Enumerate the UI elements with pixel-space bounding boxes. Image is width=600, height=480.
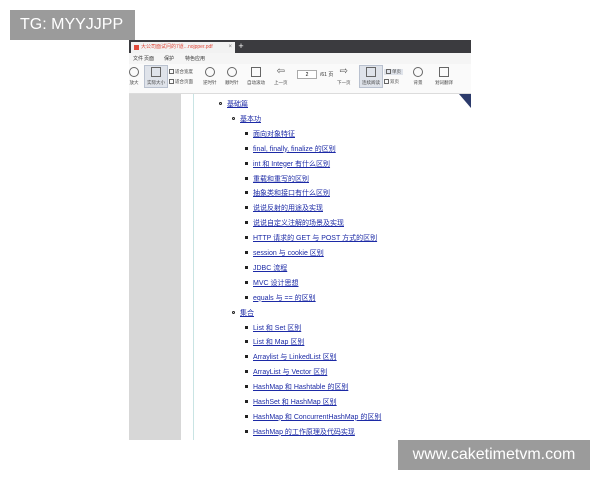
continuous-read-button[interactable]: 连续阅读 bbox=[359, 65, 383, 88]
menu-features[interactable]: 特色应用 bbox=[185, 55, 205, 62]
toc-link-item[interactable]: HashMap 的工作原理及代码实现 bbox=[253, 427, 355, 437]
tab-bar: 大公司面试问的7道...nojpper.pdf × + bbox=[129, 40, 471, 53]
fit-page-icon bbox=[169, 79, 174, 85]
pdf-page: 基础篇基本功面向对象特征 final, finally, finalize 的区别… bbox=[181, 94, 471, 440]
list-bullet bbox=[245, 295, 248, 299]
tab-close-icon[interactable]: × bbox=[228, 42, 232, 53]
list-bullet bbox=[232, 116, 235, 120]
prev-page-button[interactable]: ⇦ 上一页 bbox=[274, 67, 288, 86]
toc-link-item[interactable]: session 与 cookie 区别 bbox=[253, 248, 324, 258]
single-page-icon bbox=[386, 69, 391, 75]
arrow-left-icon: ⇦ bbox=[276, 66, 285, 77]
continuous-read-icon bbox=[366, 67, 376, 77]
toc-link-item[interactable]: 抽象类和接口有什么区别 bbox=[253, 188, 330, 198]
double-page-icon bbox=[384, 79, 389, 85]
menu-protect[interactable]: 保护 bbox=[164, 55, 174, 62]
rotate-ccw-icon bbox=[204, 67, 215, 77]
rotate-ccw-button[interactable]: 逆时针 bbox=[203, 67, 217, 86]
list-bullet bbox=[245, 265, 248, 269]
list-bullet bbox=[245, 131, 248, 135]
list-bullet bbox=[245, 206, 248, 210]
zoom-in-icon bbox=[129, 67, 139, 77]
arrow-right-icon: ⇨ bbox=[339, 66, 348, 77]
page-total: /61 页 bbox=[320, 72, 334, 78]
page-number-input[interactable]: 2 bbox=[297, 70, 317, 79]
list-bullet bbox=[245, 236, 248, 240]
list-bullet bbox=[245, 221, 248, 225]
pdf-file-icon bbox=[134, 45, 139, 50]
background-icon bbox=[413, 67, 423, 77]
auto-scroll-icon bbox=[251, 67, 261, 77]
list-bullet bbox=[245, 429, 248, 433]
toc-link-item[interactable]: HashSet 和 HashMap 区别 bbox=[253, 397, 337, 407]
toc-link-section[interactable]: 基本功 bbox=[240, 114, 261, 124]
list-bullet bbox=[232, 310, 235, 314]
list-bullet bbox=[245, 370, 248, 374]
toc-link-item[interactable]: List 和 Set 区别 bbox=[253, 323, 301, 333]
translate-icon bbox=[439, 67, 449, 77]
toc-link-item[interactable]: MVC 设计思想 bbox=[253, 278, 299, 288]
toc-link-item[interactable]: HashMap 和 ConcurrentHashMap 的区别 bbox=[253, 412, 381, 422]
actual-size-icon bbox=[151, 67, 161, 77]
toc-link-item[interactable]: 面向对象特征 bbox=[253, 129, 295, 139]
list-bullet bbox=[245, 340, 248, 344]
page-margin-line bbox=[193, 94, 194, 440]
watermark-top-left: TG: MYYJJPP bbox=[10, 10, 135, 40]
actual-size-button[interactable]: 实际大小 bbox=[144, 65, 168, 88]
toc-link-item[interactable]: JDBC 流程 bbox=[253, 263, 287, 273]
watermark-bottom-right: www.caketimetvm.com bbox=[398, 440, 590, 470]
toc-link-item[interactable]: 重载和重写的区别 bbox=[253, 174, 309, 184]
list-bullet bbox=[245, 355, 248, 359]
list-bullet bbox=[245, 146, 248, 150]
toc-link-item[interactable]: List 和 Map 区别 bbox=[253, 337, 304, 347]
list-bullet bbox=[245, 251, 248, 254]
toc-link-item[interactable]: 说说反射的用途及实现 bbox=[253, 203, 323, 213]
new-tab-button[interactable]: + bbox=[235, 40, 247, 53]
menu-bar: 文件 页面 保护 特色应用 bbox=[129, 53, 471, 64]
list-bullet bbox=[245, 176, 248, 180]
background-button[interactable]: 背景 bbox=[413, 67, 423, 86]
tab-title: 大公司面试问的7道...nojpper.pdf bbox=[141, 44, 213, 50]
toc-link-item[interactable]: 说说自定义注解的场景及实现 bbox=[253, 218, 344, 228]
toc-link-level1[interactable]: 基础篇 bbox=[227, 99, 248, 109]
corner-badge bbox=[459, 94, 471, 108]
zoom-in-button[interactable]: 放大 bbox=[129, 67, 139, 86]
list-bullet bbox=[245, 385, 248, 389]
fit-width-button[interactable]: 适合宽度 bbox=[169, 69, 193, 75]
single-page-button[interactable]: 单页 bbox=[384, 69, 403, 75]
auto-scroll-button[interactable]: 自动滚动 bbox=[247, 67, 265, 86]
fit-page-button[interactable]: 适合页面 bbox=[169, 79, 193, 85]
list-bullet bbox=[245, 191, 248, 195]
next-page-button[interactable]: ⇨ 下一页 bbox=[337, 67, 351, 86]
translate-button[interactable]: 划词翻译 bbox=[435, 67, 453, 86]
list-bullet bbox=[245, 161, 248, 165]
list-bullet bbox=[245, 414, 248, 418]
document-viewer[interactable]: 基础篇基本功面向对象特征 final, finally, finalize 的区别… bbox=[129, 94, 471, 440]
toc-link-section[interactable]: 集合 bbox=[240, 308, 254, 318]
list-bullet bbox=[245, 400, 248, 403]
double-page-button[interactable]: 双页 bbox=[384, 79, 399, 85]
rotate-cw-button[interactable]: 顺时针 bbox=[225, 67, 239, 86]
menu-file[interactable]: 文件 bbox=[133, 55, 143, 62]
toolbar: 放大 实际大小 适合宽度 适合页面 逆时针 顺时针 自动滚动 ⇦ 上一页 2 /… bbox=[129, 64, 471, 94]
toc-link-item[interactable]: int 和 Integer 有什么区别 bbox=[253, 159, 330, 169]
list-bullet bbox=[219, 102, 222, 105]
rotate-cw-icon bbox=[226, 67, 237, 77]
list-bullet bbox=[245, 325, 248, 329]
document-tab[interactable]: 大公司面试问的7道...nojpper.pdf × bbox=[131, 42, 235, 53]
toc-link-item[interactable]: HashMap 和 Hashtable 的区别 bbox=[253, 382, 348, 392]
toc-link-item[interactable]: Arraylist 与 LinkedList 区别 bbox=[253, 352, 337, 362]
fit-width-icon bbox=[169, 69, 174, 75]
toc-link-item[interactable]: ArrayList 与 Vector 区别 bbox=[253, 367, 327, 377]
toc-link-item[interactable]: HTTP 请求的 GET 与 POST 方式的区别 bbox=[253, 233, 377, 243]
toc-link-item[interactable]: equals 与 == 的区别 bbox=[253, 293, 316, 303]
list-bullet bbox=[245, 280, 248, 284]
menu-page[interactable]: 页面 bbox=[144, 55, 154, 62]
toc-link-item[interactable]: final, finally, finalize 的区别 bbox=[253, 144, 336, 154]
pdf-reader-window: 大公司面试问的7道...nojpper.pdf × + 文件 页面 保护 特色应… bbox=[129, 40, 471, 440]
